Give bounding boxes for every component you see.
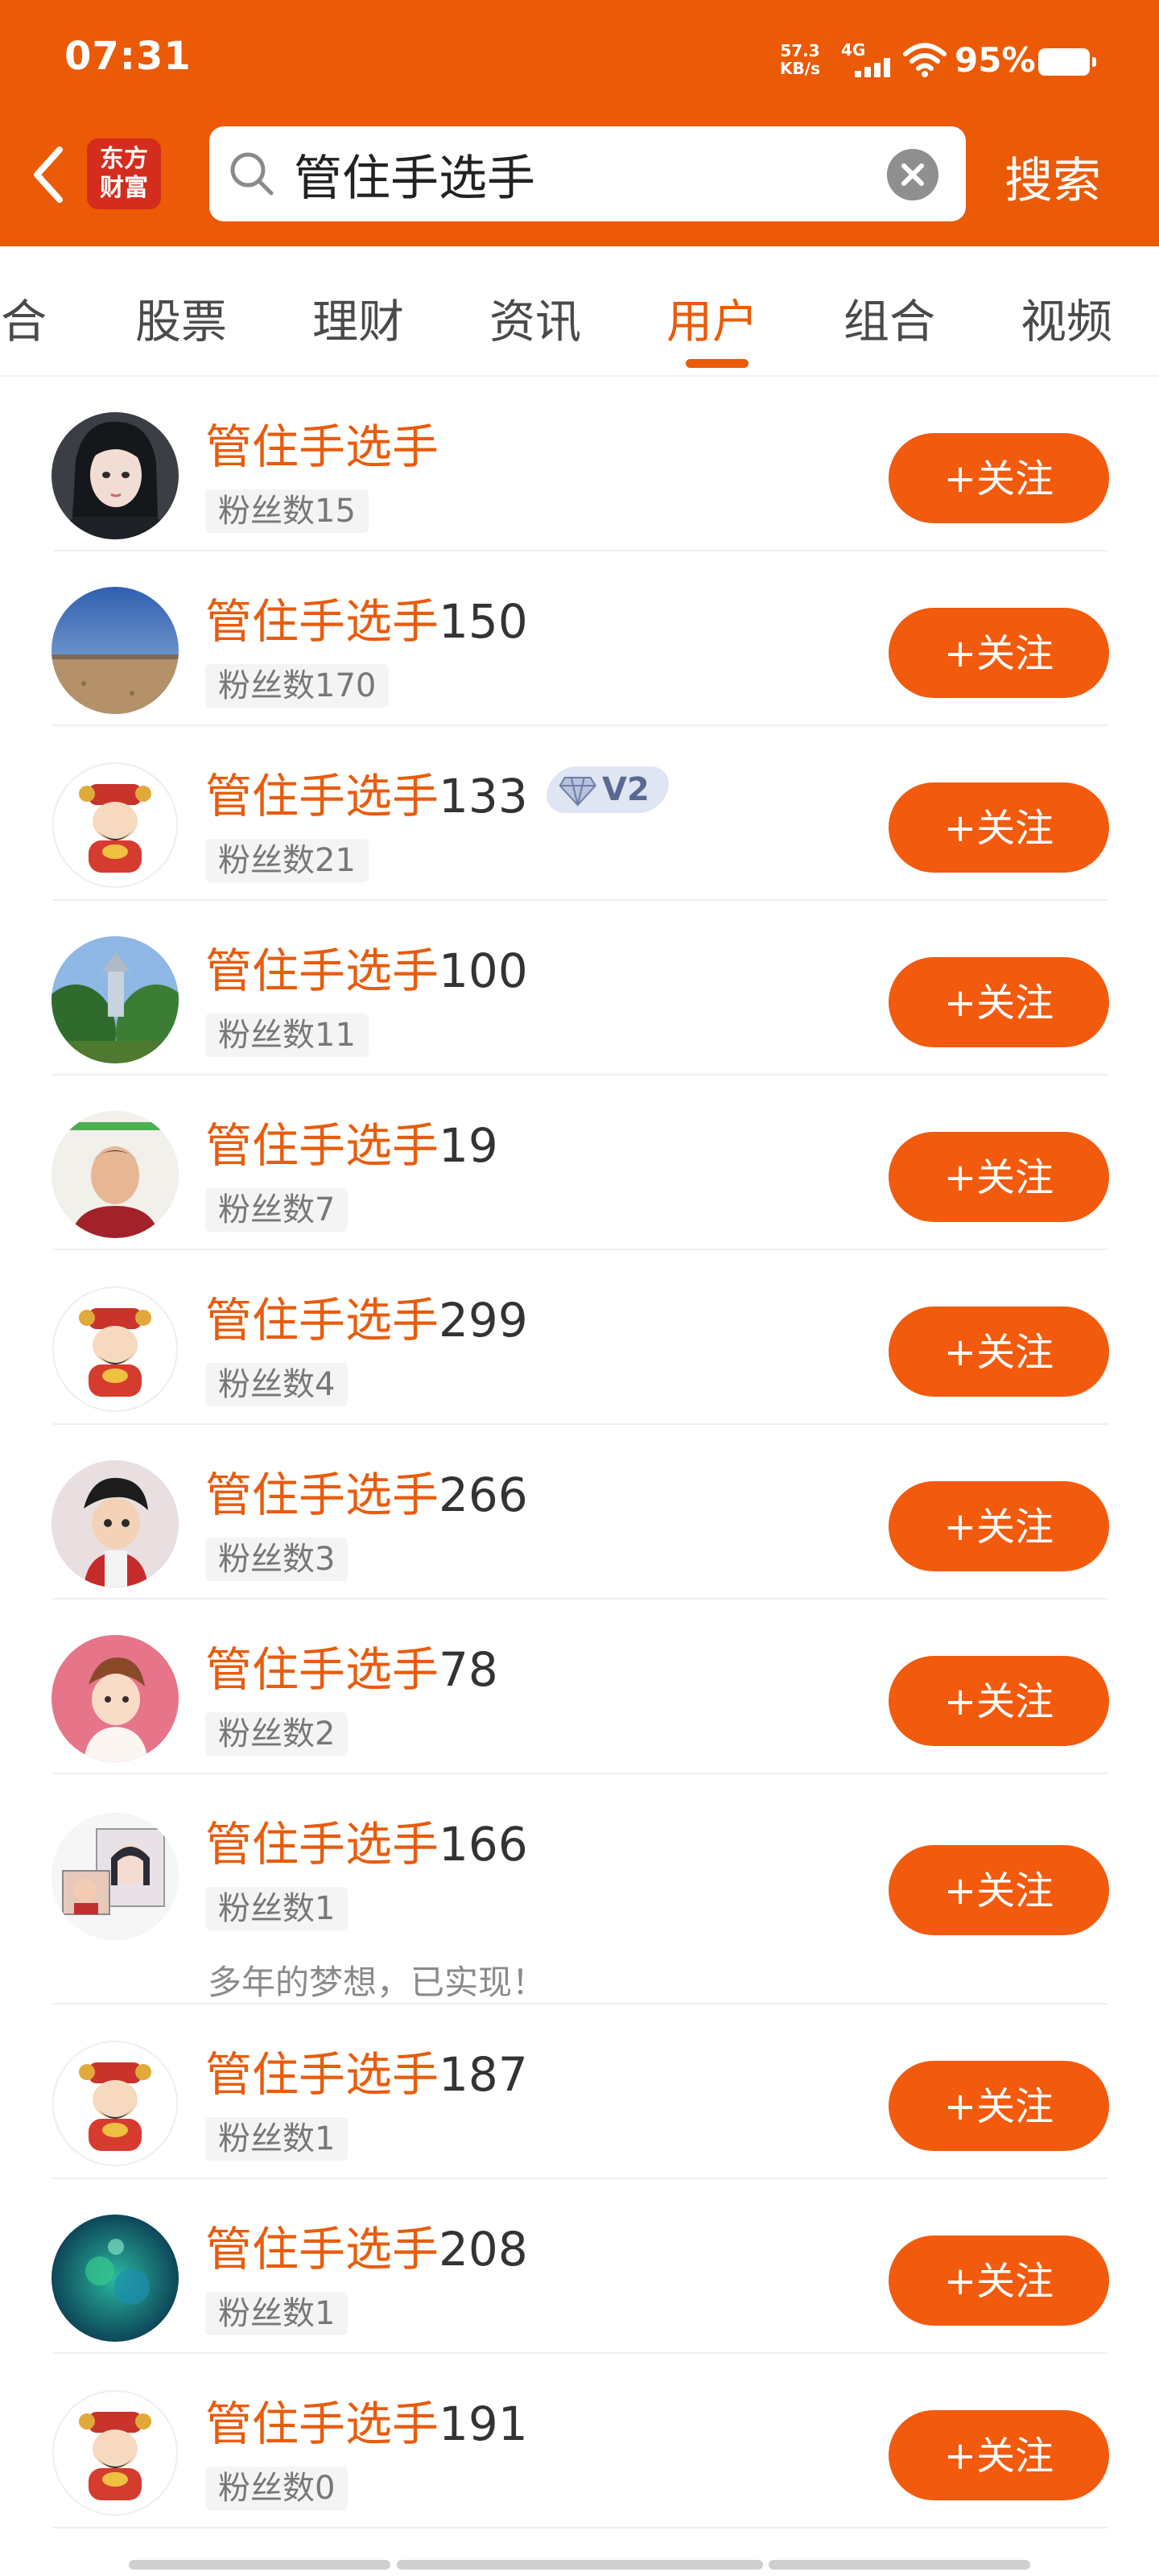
man-photo-avatar[interactable] xyxy=(52,1111,179,1238)
follow-button[interactable]: +关注 xyxy=(889,608,1109,698)
fan-count: 粉丝数1 xyxy=(205,2292,349,2335)
follow-button[interactable]: +关注 xyxy=(889,1132,1109,1222)
user-row[interactable]: 管住手选手19 粉丝数7 +关注 xyxy=(0,1075,1159,1250)
wifi-icon xyxy=(903,43,947,77)
user-row[interactable]: 管住手选手150 粉丝数170 +关注 xyxy=(0,551,1159,726)
search-input[interactable] xyxy=(294,142,857,205)
user-name[interactable]: 管住手选手208 xyxy=(205,2211,528,2279)
fan-count: 粉丝数7 xyxy=(205,1188,349,1232)
user-name[interactable]: 管住手选手78 xyxy=(205,1632,498,1699)
fan-count: 粉丝数2 xyxy=(205,1712,349,1756)
user-result-list: 管住手选手 粉丝数15 +关注 管住手选手150 粉丝数170 +关注 管住手选… xyxy=(0,377,1159,2576)
user-bio: 多年的梦想，已实现！ xyxy=(208,1963,547,2002)
search-icon xyxy=(230,152,274,196)
tab-stocks[interactable]: 股票 xyxy=(135,285,227,357)
user-name[interactable]: 管住手选手 xyxy=(205,409,439,477)
user-name[interactable]: 管住手选手299 xyxy=(205,1282,528,1350)
user-row[interactable]: 管住手选手299 粉丝数4 +关注 xyxy=(0,1250,1159,1425)
row-divider xyxy=(53,2527,1107,2529)
user-row[interactable]: 管住手选手208 粉丝数1 +关注 xyxy=(0,2179,1159,2354)
network-type: 4G xyxy=(841,40,866,60)
fan-count: 粉丝数3 xyxy=(205,1538,349,1581)
search-button[interactable]: 搜索 xyxy=(1004,142,1101,212)
user-row[interactable]: 管住手选手133 V2 粉丝数21 +关注 xyxy=(0,726,1159,901)
clear-search-icon[interactable] xyxy=(887,149,938,200)
tab-users[interactable]: 用户 xyxy=(666,285,758,357)
user-name[interactable]: 管住手选手133 xyxy=(205,758,528,826)
user-row[interactable]: 管住手选手100 粉丝数11 +关注 xyxy=(0,901,1159,1075)
fan-count: 粉丝数170 xyxy=(205,664,390,708)
anime-girl-avatar[interactable] xyxy=(52,412,179,539)
follow-button[interactable]: +关注 xyxy=(889,2235,1109,2326)
category-tabs: 综合 股票 理财 资讯 用户 组合 视频 xyxy=(0,246,1159,377)
app-logo: 东方 财富 xyxy=(87,138,161,209)
follow-button[interactable]: +关注 xyxy=(889,433,1109,523)
fan-count: 粉丝数1 xyxy=(205,2117,349,2161)
active-tab-indicator xyxy=(686,359,749,368)
signal-icon xyxy=(855,58,892,77)
fan-count: 粉丝数0 xyxy=(205,2467,349,2510)
tab-portfolio[interactable]: 组合 xyxy=(843,285,935,357)
network-speed: 57.3 KB/s xyxy=(780,41,820,78)
user-row[interactable]: 管住手选手191 粉丝数0 +关注 xyxy=(0,2354,1159,2529)
scroll-indicator xyxy=(769,2560,1030,2570)
temple-landscape-avatar[interactable] xyxy=(52,936,179,1063)
user-name[interactable]: 管住手选手100 xyxy=(205,933,528,1001)
scroll-indicator xyxy=(129,2560,390,2570)
cartoon-boy-avatar[interactable] xyxy=(52,1460,179,1587)
user-name[interactable]: 管住手选手191 xyxy=(205,2386,528,2454)
follow-button[interactable]: +关注 xyxy=(889,1307,1109,1397)
user-name[interactable]: 管住手选手19 xyxy=(205,1108,498,1175)
fan-count: 粉丝数11 xyxy=(205,1013,369,1057)
fan-count: 粉丝数21 xyxy=(205,839,369,882)
status-time: 07:31 xyxy=(64,34,192,79)
sketch-photo-avatar[interactable] xyxy=(52,1813,179,1940)
follow-button[interactable]: +关注 xyxy=(889,2410,1109,2500)
user-name[interactable]: 管住手选手187 xyxy=(205,2037,528,2104)
search-box[interactable] xyxy=(209,126,966,221)
tab-video[interactable]: 视频 xyxy=(1021,285,1112,357)
battery-percent: 95% xyxy=(955,40,1036,80)
vip-level-badge: V2 xyxy=(541,766,674,813)
fortune-god-avatar[interactable] xyxy=(52,1286,179,1413)
fan-count: 粉丝数15 xyxy=(205,489,369,533)
fan-count: 粉丝数4 xyxy=(205,1363,349,1406)
user-row[interactable]: 管住手选手266 粉丝数3 +关注 xyxy=(0,1425,1159,1600)
user-row[interactable]: 管住手选手 粉丝数15 +关注 xyxy=(0,377,1159,551)
scroll-indicator xyxy=(397,2560,763,2570)
fan-count: 粉丝数1 xyxy=(205,1887,349,1930)
user-row[interactable]: 管住手选手187 粉丝数1 +关注 xyxy=(0,2004,1159,2179)
underwater-avatar[interactable] xyxy=(52,2215,179,2342)
cartoon-child-pink-avatar[interactable] xyxy=(52,1635,179,1762)
fortune-god-avatar[interactable] xyxy=(52,2389,179,2516)
back-button[interactable] xyxy=(24,138,72,211)
tab-finance[interactable]: 理财 xyxy=(312,285,404,357)
user-name[interactable]: 管住手选手266 xyxy=(205,1457,528,1525)
user-name[interactable]: 管住手选手150 xyxy=(205,584,528,651)
status-bar: 07:31 57.3 KB/s 4G 95% xyxy=(0,0,1159,121)
follow-button[interactable]: +关注 xyxy=(889,1481,1109,1571)
fortune-god-avatar[interactable] xyxy=(52,762,179,889)
follow-button[interactable]: +关注 xyxy=(889,1656,1109,1746)
follow-button[interactable]: +关注 xyxy=(889,1845,1109,1935)
user-row[interactable]: 管住手选手166 粉丝数1 多年的梦想，已实现！ +关注 xyxy=(0,1774,1159,2004)
tab-news[interactable]: 资讯 xyxy=(489,285,581,357)
app-header: 07:31 57.3 KB/s 4G 95% 东方 财富 管住手选手 搜索 xyxy=(0,0,1159,246)
diamond-icon xyxy=(559,777,596,807)
fortune-god-avatar[interactable] xyxy=(52,2040,179,2167)
user-row[interactable]: 管住手选手78 粉丝数2 +关注 xyxy=(0,1600,1159,1774)
follow-button[interactable]: +关注 xyxy=(889,782,1109,873)
follow-button[interactable]: +关注 xyxy=(889,957,1109,1047)
tab-comprehensive[interactable]: 综合 xyxy=(0,285,47,357)
desert-sky-avatar[interactable] xyxy=(52,587,179,714)
follow-button[interactable]: +关注 xyxy=(889,2061,1109,2151)
user-name[interactable]: 管住手选手166 xyxy=(205,1806,528,1874)
battery-icon xyxy=(1038,48,1096,76)
